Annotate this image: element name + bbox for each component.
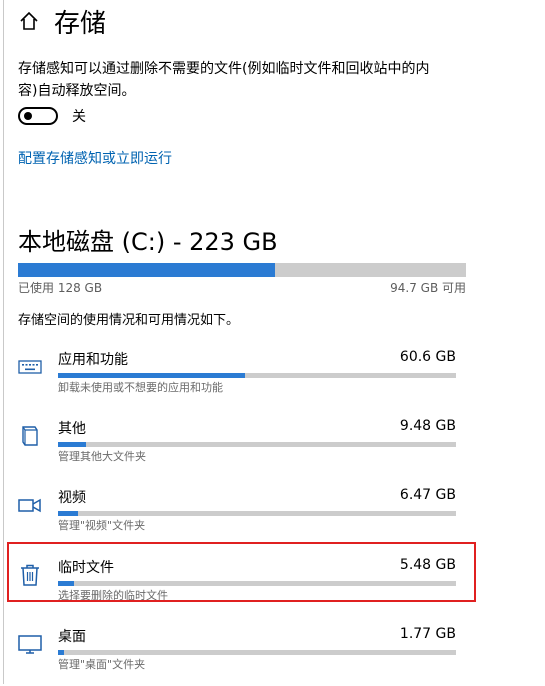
storage-sense-toggle-row: 关	[18, 106, 86, 126]
category-size: 6.47 GB	[399, 487, 456, 503]
drive-free-label: 94.7 GB 可用	[390, 281, 466, 295]
category-description: 管理"视频"文件夹	[58, 519, 146, 532]
category-usage-bar-fill	[58, 442, 86, 447]
category-usage-bar	[58, 373, 456, 378]
video-camera-icon	[18, 498, 41, 513]
category-description: 管理其他大文件夹	[58, 450, 146, 463]
configure-storage-sense-link[interactable]: 配置存储感知或立即运行	[18, 148, 172, 168]
category-usage-bar	[58, 650, 456, 655]
category-size: 60.6 GB	[399, 349, 456, 365]
drive-used-label: 已使用 128 GB	[18, 281, 103, 295]
category-videos[interactable]: 视频 6.47 GB 管理"视频"文件夹	[18, 487, 458, 547]
drive-usage-bar	[18, 263, 466, 277]
category-description: 管理"桌面"文件夹	[58, 658, 146, 671]
page-header: 存储	[18, 2, 106, 40]
drive-usage-bar-fill	[18, 263, 276, 277]
highlight-box-temporary-files	[7, 542, 476, 602]
home-icon[interactable]	[18, 10, 40, 32]
category-size: 9.48 GB	[399, 418, 456, 434]
category-usage-bar-fill	[58, 650, 64, 655]
category-other[interactable]: 其他 9.48 GB 管理其他大文件夹	[18, 418, 458, 478]
usage-description: 存储空间的使用情况和可用情况如下。	[18, 313, 240, 328]
category-name: 其他	[58, 421, 86, 437]
category-name: 桌面	[58, 629, 86, 645]
category-usage-bar-fill	[58, 511, 78, 516]
keyboard-icon	[18, 360, 42, 374]
storage-sense-description: 存储感知可以通过删除不需要的文件(例如临时文件和回收站中的内容)自动释放空间。	[18, 61, 430, 99]
page-title: 存储	[54, 8, 107, 39]
category-usage-bar	[58, 511, 456, 516]
toggle-state-label: 关	[72, 109, 86, 125]
window-left-border	[3, 0, 4, 684]
category-usage-bar-fill	[58, 373, 246, 378]
storage-sense-toggle[interactable]	[18, 107, 58, 125]
category-name: 视频	[58, 490, 86, 506]
category-description: 卸载未使用或不想要的应用和功能	[58, 381, 223, 394]
category-usage-bar	[58, 442, 456, 447]
category-apps-features[interactable]: 应用和功能 60.6 GB 卸载未使用或不想要的应用和功能	[18, 349, 458, 409]
category-size: 1.77 GB	[399, 626, 456, 642]
drive-title: 本地磁盘 (C:) - 223 GB	[18, 228, 278, 256]
category-desktop[interactable]: 桌面 1.77 GB 管理"桌面"文件夹	[18, 626, 458, 686]
monitor-icon	[18, 635, 42, 654]
folder-icon	[22, 426, 38, 446]
category-name: 应用和功能	[58, 352, 128, 368]
toggle-knob	[24, 112, 32, 120]
